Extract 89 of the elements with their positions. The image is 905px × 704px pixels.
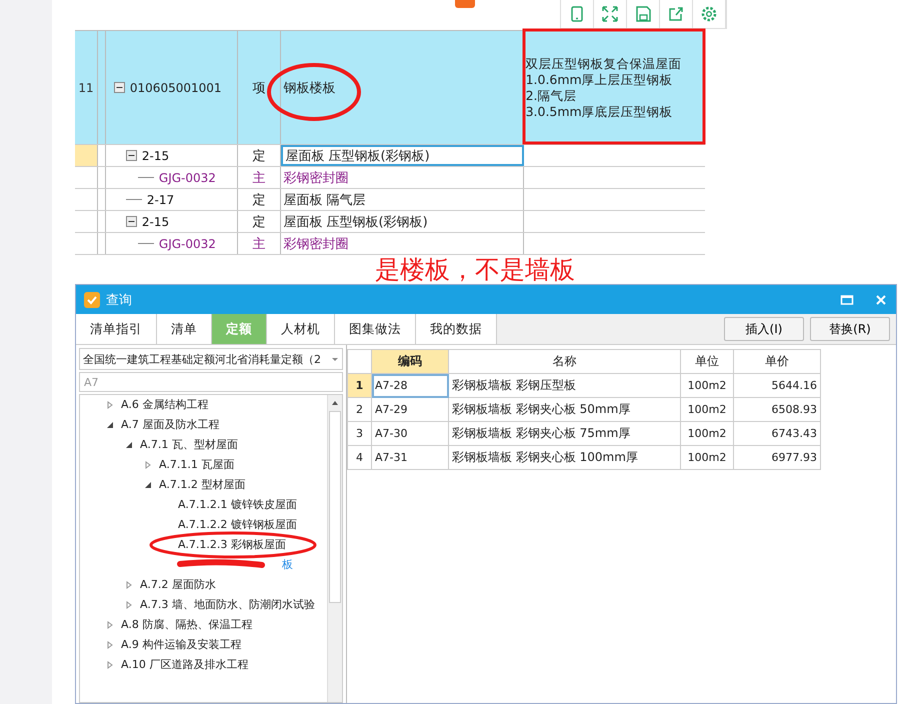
code-cell: 010605001001 [130,80,222,94]
tree-item[interactable]: A.7.1.2.2 镀锌钢板屋面 [178,515,297,535]
tree-item[interactable]: A.7.2 屋面防水 [140,575,216,595]
collapsed-arrow-icon[interactable] [144,461,152,469]
row-number-cell: 2 [348,398,372,422]
tab[interactable]: 图集做法 [335,314,416,344]
search-field[interactable]: A7 [79,372,343,392]
row-number-cell: 4 [348,446,372,470]
type-cell: 定 [238,145,282,166]
table-cell: A7-28 [372,374,448,398]
tab[interactable]: 清单指引 [76,314,157,344]
collapsed-arrow-icon[interactable] [106,401,114,409]
insert-button[interactable]: 插入(I) [724,317,804,341]
expanded-arrow-icon[interactable] [144,481,152,489]
tab[interactable]: 人材机 [267,314,335,344]
comment-icon[interactable] [455,0,475,8]
tab[interactable]: 清单 [157,314,212,344]
column-header: 单位 [680,350,734,374]
name-cell: 钢板楼板 [281,31,524,144]
maximize-icon[interactable] [840,292,854,306]
table-cell: 6743.43 [734,422,820,446]
table-cell: 彩钢板墙板 彩钢夹心板 50mm厚 [448,398,680,422]
app-icon [84,292,100,308]
name-cell: 彩钢密封圈 [281,233,524,254]
tab[interactable]: 我的数据 [416,314,497,344]
tree-item[interactable]: A.10 厂区道路及排水工程 [121,655,248,675]
code-cell: GJG-0032 [158,236,216,250]
type-cell: 主 [238,233,282,254]
table-cell: 100m2 [680,374,734,398]
tree-item[interactable]: A.9 构件运输及安装工程 [121,635,242,655]
table-cell: A7-31 [372,446,448,470]
collapse-icon[interactable] [114,82,125,93]
dialog-title: 查询 [106,292,132,308]
collapsed-arrow-icon[interactable] [125,581,133,589]
name-cell: 屋面板 压型钢板(彩钢板) [281,211,524,232]
table-cell: 5644.16 [734,374,820,398]
quota-dropdown[interactable]: 全国统一建筑工程基础定额河北省消耗量定额（2 [79,348,343,370]
column-header: 名称 [448,350,680,374]
tree-item[interactable]: A.7.1.2.1 镀锌铁皮屋面 [178,495,297,515]
name-cell: 屋面板 压型钢板(彩钢板) [281,145,524,166]
collapsed-arrow-icon[interactable] [125,601,133,609]
collapse-icon[interactable] [126,150,137,161]
column-header: 编码 [372,350,448,374]
annotation-text: 是楼板，不是墙板 [374,255,576,284]
tree-item[interactable]: A.8 防腐、隔热、保温工程 [121,615,252,635]
type-cell: 定 [238,211,282,232]
code-cell: 2-15 [142,214,170,228]
table-cell: 100m2 [680,398,734,422]
name-cell: 屋面板 隔气层 [281,189,524,210]
table-cell: 彩钢板墙板 彩钢压型板 [448,374,680,398]
type-cell: 项 [238,31,282,144]
expanded-arrow-icon[interactable] [125,441,133,449]
collapse-icon[interactable] [126,216,137,227]
close-icon[interactable] [874,292,888,306]
table-cell: 6977.93 [734,446,820,470]
table-cell: 6508.93 [734,398,820,422]
tree-item[interactable]: A.6 金属结构工程 [121,395,208,415]
tree-item[interactable]: A.7.1.1 瓦屋面 [159,455,234,475]
tree-item[interactable]: A.7.1.2.3 彩钢板屋面 [178,535,286,555]
scroll-up-arrow-icon[interactable] [331,399,339,407]
row-number-cell: 3 [348,422,372,446]
table-cell: 彩钢板墙板 彩钢夹心板 75mm厚 [448,422,680,446]
code-cell: 2-17 [146,192,174,206]
feature-cell-text: 双层压型钢板复合保温屋面 1.0.6mm厚上层压型钢板 2.隔气层 3.0.5mm厚底层压型钢板 [524,56,682,120]
scrollbar[interactable] [327,395,342,702]
tree-item[interactable]: A.7 屋面及防水工程 [121,415,220,435]
collapsed-arrow-icon[interactable] [106,621,114,629]
code-cell: 2-15 [142,148,170,162]
tree-item[interactable]: A.7.1 瓦、型材屋面 [140,435,238,455]
tree-item[interactable]: 板 [282,555,293,575]
code-cell: GJG-0032 [158,170,216,184]
type-cell: 定 [238,189,282,210]
collapsed-arrow-icon[interactable] [106,641,114,649]
type-cell: 主 [238,167,282,188]
tree-item[interactable]: A.7.3 墙、地面防水、防潮闭水试验 [140,595,315,615]
replace-button[interactable]: 替换(R) [810,317,890,341]
table-cell: 100m2 [680,446,734,470]
row-number-cell: 1 [348,374,372,398]
collapsed-arrow-icon[interactable] [106,661,114,669]
dropdown-arrow-icon[interactable] [331,355,339,363]
table-cell: 彩钢板墙板 彩钢夹心板 100mm厚 [448,446,680,470]
row-number-cell: 11 [75,31,98,144]
table-cell: 100m2 [680,422,734,446]
name-cell: 彩钢密封圈 [281,167,524,188]
tree-item[interactable]: A.7.1.2 型材屋面 [159,475,246,495]
table-cell: A7-30 [372,422,448,446]
table-cell: A7-29 [372,398,448,422]
expanded-arrow-icon[interactable] [106,421,114,429]
column-header: 单价 [734,350,820,374]
